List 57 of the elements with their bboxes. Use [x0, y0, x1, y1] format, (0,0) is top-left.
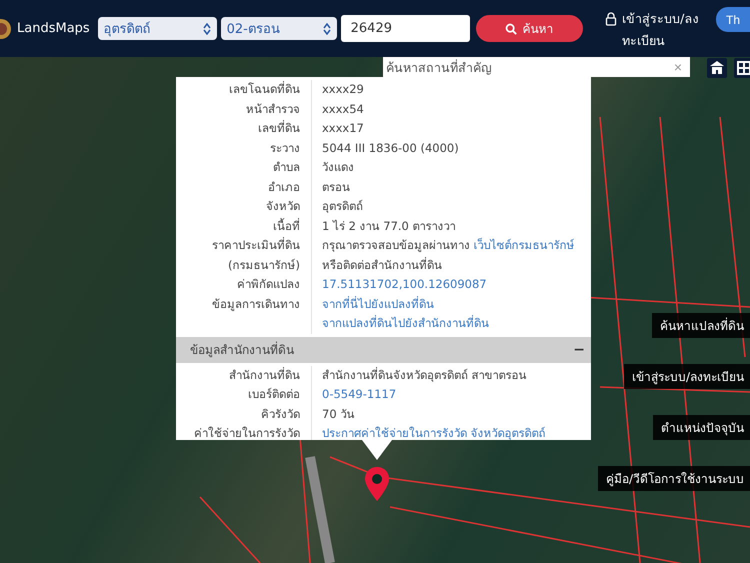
field-value: xxxx29 [322, 81, 364, 98]
info-link[interactable]: จากแปลงที่ดินไปยังสำนักงานที่ดิน [322, 314, 489, 334]
field-label: อำเภอ [176, 178, 312, 197]
clear-button[interactable]: × [666, 59, 690, 75]
field-label: หน้าสำรวจ [176, 100, 312, 119]
caret-icon [322, 22, 331, 34]
grid-icon[interactable] [734, 58, 750, 78]
field-label: ข้อมูลการเดินทาง [176, 294, 312, 334]
collapse-toggle[interactable]: − [573, 342, 585, 358]
province-select[interactable]: อุตรดิตถ์ [98, 17, 217, 40]
language-button[interactable]: Th [716, 7, 750, 32]
home-icon[interactable] [707, 58, 727, 78]
map-menu-button[interactable]: ค้นหาแปลงที่ดิน [652, 313, 750, 338]
app-logo-text: LandsMaps [17, 21, 90, 36]
map-menu-button[interactable]: คู่มือ/วีดีโอการใช้งานระบบ [598, 466, 750, 491]
field-label: เลขที่ดิน [176, 119, 312, 138]
field-value: วังแดง [322, 159, 354, 176]
map-menu-button[interactable]: ตำแหน่งปัจจุบัน [653, 415, 750, 440]
info-link[interactable]: จากที่นี่ไปยังแปลงที่ดิน [322, 294, 489, 314]
section-title: ข้อมูลสำนักงานที่ดิน [190, 340, 294, 359]
login-link[interactable]: เข้าสู่ระบบ/ลงทะเบียน [605, 0, 712, 52]
field-value: กรุณาตรวจสอบข้อมูลผ่านทาง เว็บไซต์กรมธนารักษ์ [322, 236, 575, 254]
district-select[interactable]: 02-ตรอน [220, 17, 337, 40]
field-value: xxxx54 [322, 100, 364, 118]
field-label: ระวาง [176, 138, 312, 158]
search-button[interactable]: ค้นหา [476, 15, 584, 42]
search-icon [505, 22, 518, 34]
info-link[interactable]: 0-5549-1117 [322, 385, 396, 404]
field-value: สำนักงานที่ดินจังหวัดอุตรดิตถ์ สาขาตรอน [322, 366, 527, 384]
field-label: ค่าพิกัดแปลง [176, 275, 312, 294]
field-label: ตำบล [176, 158, 312, 178]
field-label: ค่าใช้จ่ายในการรังวัด [176, 424, 312, 440]
info-link[interactable]: เว็บไซต์กรมธนารักษ์ [474, 238, 575, 252]
field-label: จังหวัด [176, 197, 312, 216]
location-pin-icon [365, 467, 389, 501]
place-search-field[interactable]: ค้นหาสถานที่สำคัญ × [383, 57, 690, 77]
field-label: เบอร์ติดต่อ [176, 385, 312, 404]
field-label: คิวรังวัด [176, 404, 312, 424]
field-label: สำนักงานที่ดิน [176, 366, 312, 385]
parcel-number-field[interactable]: 26429 [340, 15, 470, 42]
field-value: 70 วัน [322, 406, 354, 422]
field-value: ตรอน [322, 178, 350, 196]
field-value: หรือติดต่อสำนักงานที่ดิน [322, 256, 442, 274]
info-link[interactable]: ประกาศค่าใช้จ่ายในการรังวัด จังหวัดอุตรดิตถ์ [322, 424, 546, 440]
field-value: อุตรดิตถ์ [322, 198, 363, 215]
section-header[interactable]: ข้อมูลสำนักงานที่ดิน − [176, 336, 591, 362]
field-label: เนื้อที่ [176, 216, 312, 236]
field-value: 1 ไร่ 2 งาน 77.0 ตารางวา [322, 218, 456, 234]
field-label: เลขโฉนดที่ดิน [176, 80, 312, 100]
map-menu-button[interactable]: เข้าสู่ระบบ/ลงทะเบียน [624, 364, 750, 389]
caret-icon [202, 22, 211, 34]
field-label: (กรมธนารักษ์) [176, 256, 312, 275]
field-value: 5044 III 1836-00 (4000) [322, 140, 459, 156]
lock-icon [605, 12, 618, 26]
field-value: xxxx17 [322, 120, 364, 137]
field-label: ราคาประเมินที่ดิน [176, 236, 312, 256]
info-link[interactable]: 17.51131702,100.12609087 [322, 275, 487, 294]
